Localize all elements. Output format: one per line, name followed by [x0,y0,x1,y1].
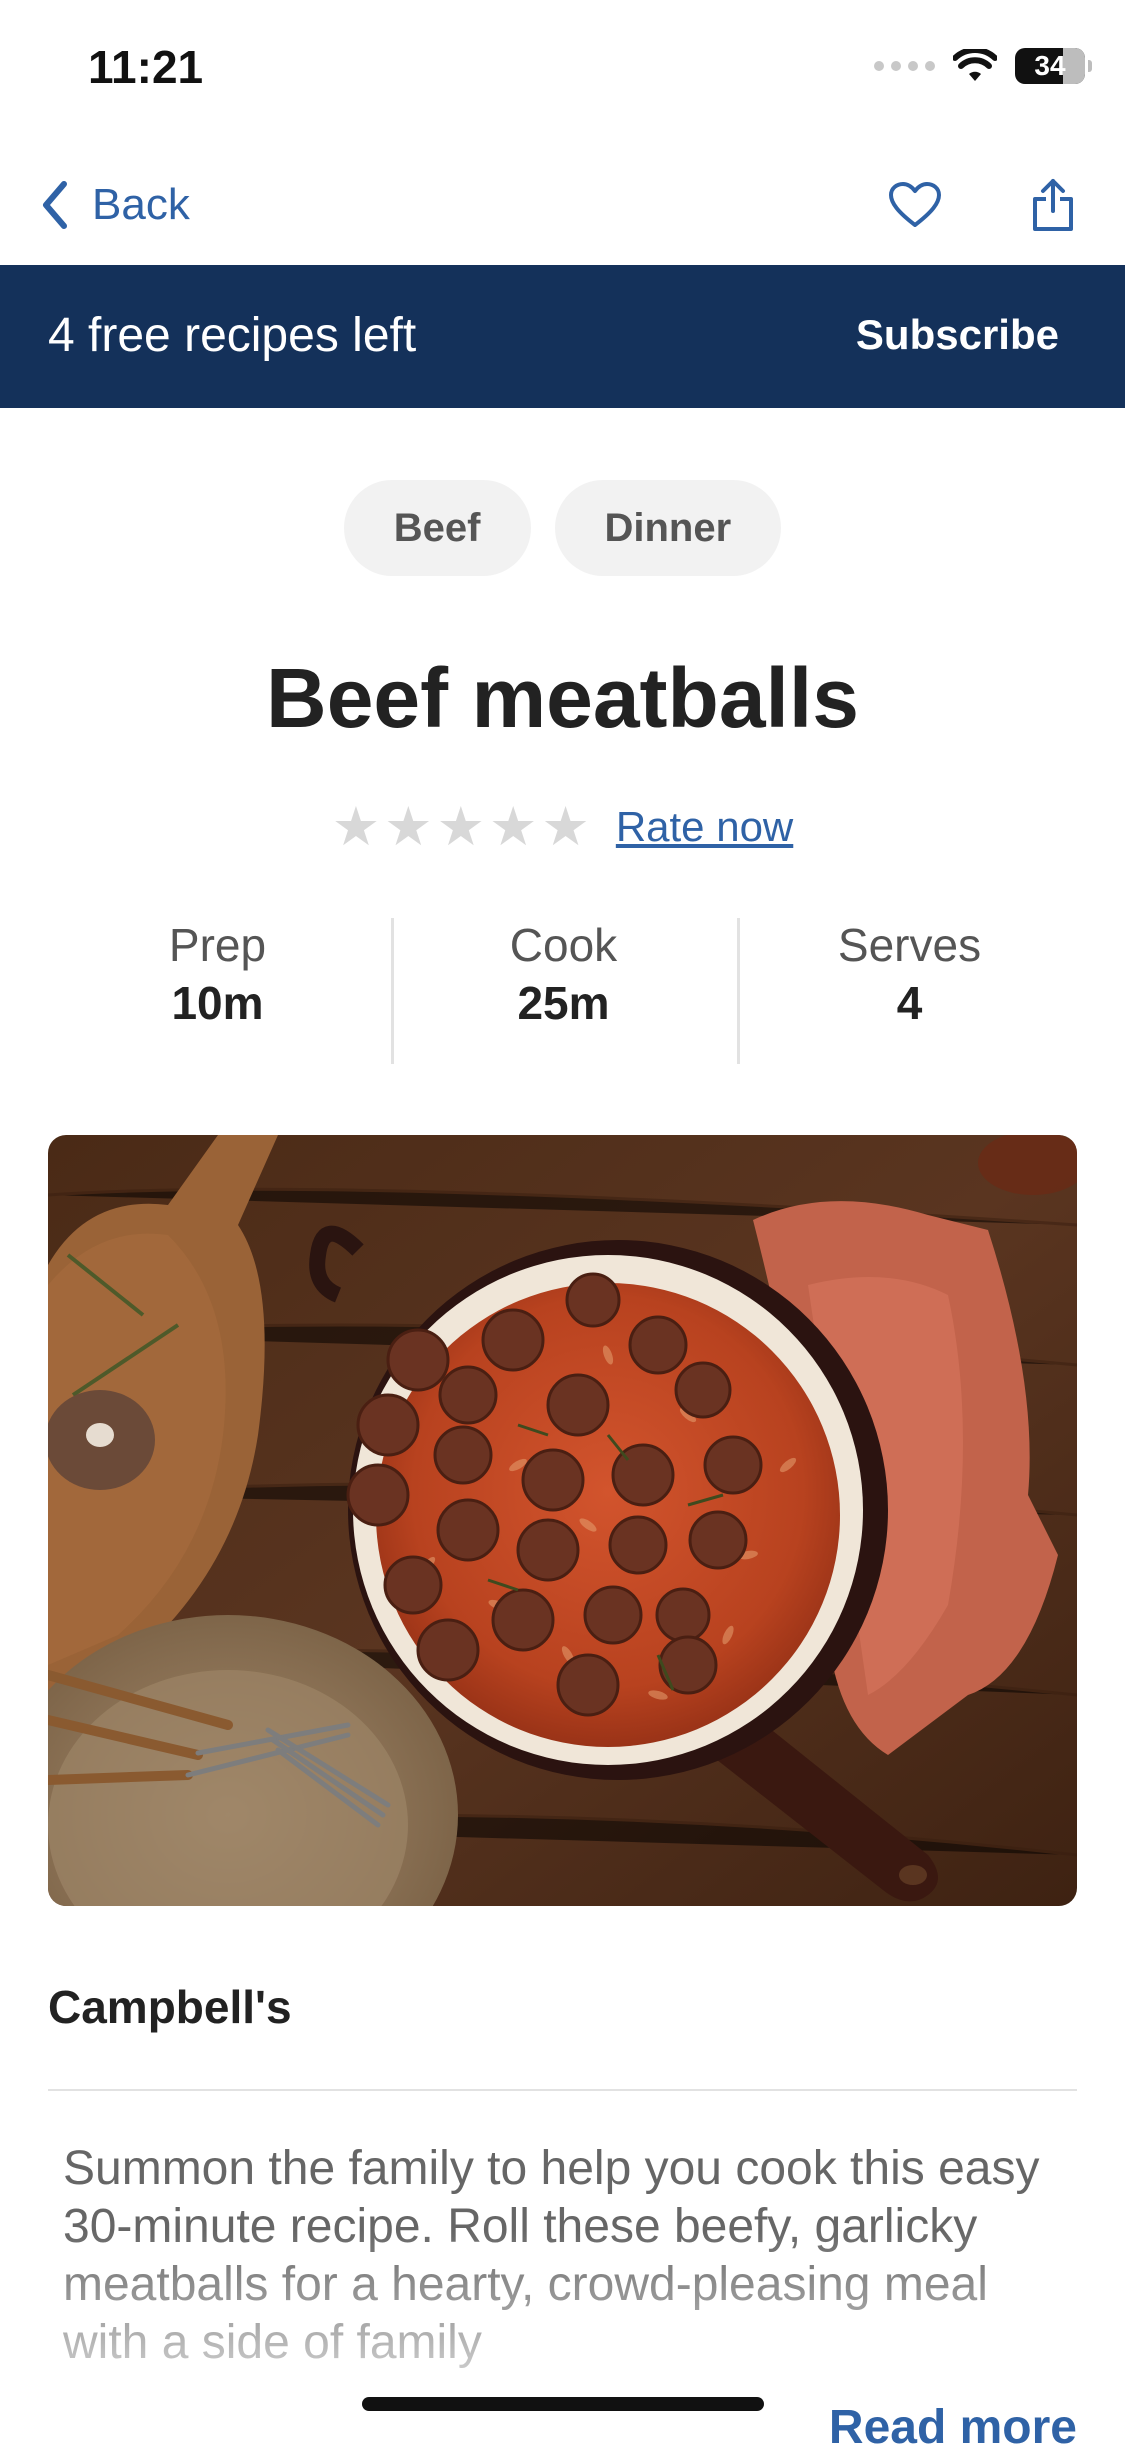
battery-icon: 34 [1015,48,1092,84]
star-icon[interactable]: ★ [332,800,380,854]
status-time: 11:21 [88,41,204,93]
status-icons: 34 [874,48,1092,84]
rating-row: ★ ★ ★ ★ ★ Rate now [0,800,1125,854]
stat-serves: Serves 4 [737,918,1082,1030]
chevron-left-icon [43,181,67,229]
rate-now-link[interactable]: Rate now [616,803,793,851]
recipe-tags: Beef Dinner [0,480,1125,576]
favorite-button[interactable] [880,170,950,240]
stat-value: 4 [896,977,923,1029]
share-icon [1033,179,1073,231]
stat-cook: Cook 25m [391,918,736,1030]
free-recipes-left: 4 free recipes left [48,309,417,362]
battery-level: 34 [1034,50,1066,81]
stat-value: 25m [517,977,610,1029]
stat-value: 10m [171,977,264,1029]
back-button[interactable]: Back [40,170,190,240]
status-bar: 11:21 34 [0,0,1125,135]
subscribe-banner: 4 free recipes left Subscribe [0,265,1125,408]
star-icon[interactable]: ★ [437,800,485,854]
stat-label: Cook [509,919,618,971]
tag-beef[interactable]: Beef [343,480,531,576]
back-label: Back [92,180,190,229]
tag-dinner[interactable]: Dinner [554,480,782,576]
heart-icon [889,182,941,227]
cellular-signal-icon [874,61,935,71]
nav-bar: Back [0,150,1125,260]
share-button[interactable] [1018,170,1088,240]
star-icon[interactable]: ★ [384,800,432,854]
read-more-link[interactable]: Read more [829,2400,1077,2455]
divider [48,2089,1077,2091]
stat-label: Serves [837,919,982,971]
recipe-photo [48,1135,1077,1906]
recipe-brand: Campbell's [48,1981,292,2033]
star-rating[interactable]: ★ ★ ★ ★ ★ [332,800,590,854]
wifi-icon [953,49,997,81]
recipe-description: Summon the family to help you cook this … [63,2142,1040,2369]
home-indicator[interactable] [362,2397,764,2411]
recipe-title: Beef meatballs [266,651,859,745]
star-icon[interactable]: ★ [489,800,537,854]
stat-prep: Prep 10m [45,918,390,1030]
subscribe-button[interactable]: Subscribe [856,311,1059,359]
star-icon[interactable]: ★ [541,800,589,854]
recipe-stats: Prep 10m Cook 25m Serves 4 [0,918,1125,1064]
stat-label: Prep [168,919,267,971]
